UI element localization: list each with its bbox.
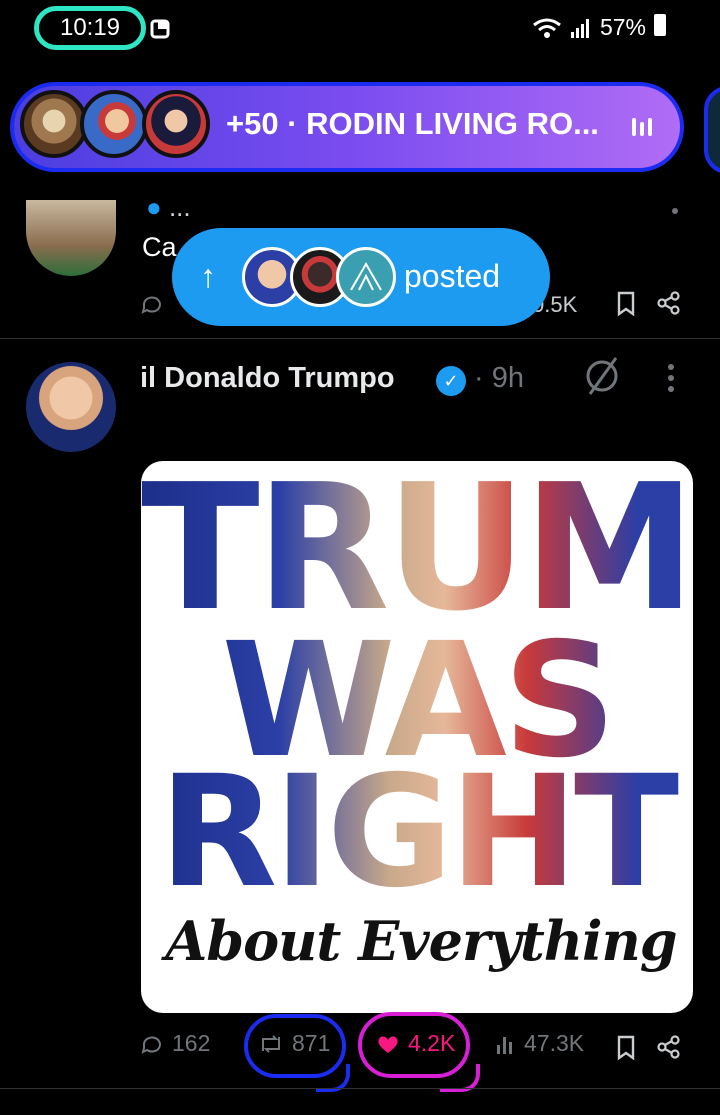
space-host-avatar-1 <box>20 90 88 158</box>
grok-icon[interactable] <box>582 354 622 398</box>
tweet-divider <box>0 338 720 339</box>
arrow-up-icon: ↑ <box>200 258 216 294</box>
views-button[interactable]: 47.3K <box>496 1030 584 1057</box>
toast-label: posted <box>404 258 501 294</box>
previous-bookmark-icon[interactable] <box>614 290 638 318</box>
share-icon[interactable] <box>656 1034 682 1060</box>
toast-avatar-3 <box>336 247 396 307</box>
notification-icon <box>150 19 170 39</box>
more-options-icon[interactable] <box>668 364 674 392</box>
views-icon <box>497 1036 512 1054</box>
previous-more-icon[interactable] <box>672 208 678 214</box>
poster-script-text: About Everything <box>165 909 677 973</box>
signal-icon <box>570 18 589 38</box>
poster-line-3: RIGHT <box>141 753 693 913</box>
status-right: 57% <box>532 14 646 41</box>
status-time: 10:19 <box>34 6 146 50</box>
author-name[interactable]: il Donaldo Trumpo <box>140 362 395 395</box>
previous-tweet-author: ● ... <box>146 192 191 222</box>
bookmark-icon[interactable] <box>614 1034 638 1062</box>
previous-share-icon[interactable] <box>656 290 682 316</box>
reply-icon <box>141 1036 161 1054</box>
space-host-avatar-3 <box>142 90 210 158</box>
wifi-icon <box>533 18 561 38</box>
previous-reply-icon[interactable] <box>140 292 164 316</box>
space-title: +50 · RODIN LIVING RO... <box>226 106 599 141</box>
tweet-divider-bottom <box>0 1088 720 1089</box>
next-space-bubble[interactable] <box>704 86 720 174</box>
tweet-image[interactable]: TRUMP WAS RIGHT About Everything <box>141 461 693 1013</box>
author-avatar[interactable] <box>26 362 116 452</box>
battery-icon <box>654 14 666 36</box>
views-count: 47.3K <box>524 1030 585 1056</box>
reply-button[interactable]: 162 <box>140 1030 210 1057</box>
reply-count: 162 <box>172 1030 211 1056</box>
audio-bars-icon <box>632 118 652 136</box>
space-host-avatar-2 <box>80 90 148 158</box>
battery-percent: 57% <box>599 14 646 40</box>
tweet-timestamp[interactable]: · 9h <box>474 362 524 395</box>
previous-tweet-text: Ca <box>142 232 177 262</box>
verified-badge-icon: ✓ <box>436 366 466 396</box>
previous-tweet-avatar[interactable] <box>26 200 116 276</box>
status-time-text: 10:19 <box>59 14 121 41</box>
